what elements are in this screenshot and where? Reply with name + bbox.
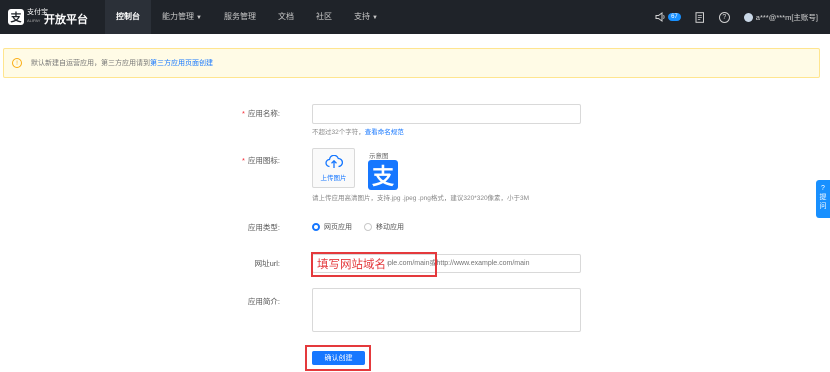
- url-label: 网址url:: [254, 259, 280, 268]
- cloud-upload-icon: [324, 154, 343, 168]
- app-name-input[interactable]: [312, 104, 581, 124]
- radio-web-app[interactable]: [312, 223, 320, 231]
- chevron-down-icon: ▼: [371, 15, 378, 21]
- app-name-hint: 不超过32个字符，查看命名规范: [312, 129, 404, 136]
- help-button[interactable]: ?: [718, 11, 730, 23]
- main-nav: 控制台 能力管理 ▼ 服务管理 文档 社区 支持 ▼: [105, 0, 389, 34]
- annotation-text: 填写网站域名: [316, 256, 387, 272]
- speaker-icon: [655, 12, 665, 22]
- warning-icon: !: [12, 58, 22, 68]
- app-desc-label: 应用简介:: [247, 297, 280, 306]
- alipay-logo[interactable]: 支 支付宝 ALIPAY: [8, 9, 48, 25]
- app-name-label: * 应用名称:: [241, 109, 280, 118]
- nav-community[interactable]: 社区: [305, 0, 343, 34]
- document-icon: [695, 11, 704, 23]
- avatar: [743, 12, 753, 22]
- confirm-create-button[interactable]: 确认创建: [312, 351, 365, 365]
- documents-button[interactable]: [695, 11, 705, 23]
- nav-service-management[interactable]: 服务管理: [213, 0, 267, 34]
- message-count-badge: 67: [668, 13, 681, 21]
- app-icon-label: * 应用图标:: [241, 156, 280, 165]
- user-menu[interactable]: a***@***m[主账号]: [743, 12, 822, 23]
- platform-title: 开放平台: [44, 14, 88, 26]
- radio-mobile-app[interactable]: [364, 223, 372, 231]
- alipay-logo-icon: 支: [8, 9, 24, 25]
- naming-rules-link[interactable]: 查看命名规范: [365, 129, 404, 136]
- chevron-down-icon: ▼: [196, 15, 202, 21]
- top-navbar: 支 支付宝 ALIPAY 开放平台 控制台 能力管理 ▼ 服务管理 文档 社区 支…: [0, 0, 830, 34]
- third-party-app-link[interactable]: 第三方应用页面创建: [150, 58, 213, 68]
- radio-web-app-label[interactable]: 网页应用: [324, 222, 352, 232]
- app-type-label: 应用类型:: [247, 223, 280, 232]
- app-type-radio-group: 网页应用 移动应用: [312, 222, 416, 232]
- ask-question-widget[interactable]: ? 提 问: [816, 180, 830, 218]
- user-account-name: a***@***m[主账号]: [755, 12, 818, 22]
- notice-text: 默认新建自运营应用，第三方应用请到: [31, 60, 150, 67]
- nav-support[interactable]: 支持 ▼: [343, 0, 389, 34]
- icon-upload-hint: 请上传应用高清图片，支持.jpg .jpeg .png格式，建议320*320像…: [312, 195, 530, 202]
- help-icon: ?: [718, 11, 730, 23]
- nav-docs[interactable]: 文档: [267, 0, 305, 34]
- app-desc-textarea[interactable]: [312, 288, 581, 332]
- upload-image-label: 上传图片: [320, 174, 347, 182]
- nav-console[interactable]: 控制台: [105, 0, 151, 34]
- messages-button[interactable]: 67: [655, 12, 681, 22]
- alipay-preview-icon: 支: [368, 160, 398, 190]
- notice-banner: ! 默认新建自运营应用，第三方应用请到 第三方应用页面创建: [3, 48, 820, 78]
- question-icon: ?: [821, 185, 825, 192]
- upload-image-button[interactable]: 上传图片: [312, 148, 355, 188]
- nav-capability-management[interactable]: 能力管理 ▼: [151, 0, 213, 34]
- radio-mobile-app-label[interactable]: 移动应用: [376, 222, 404, 232]
